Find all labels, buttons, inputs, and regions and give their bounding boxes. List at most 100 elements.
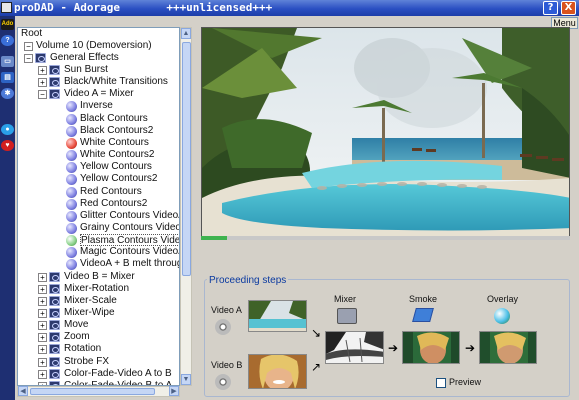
preview-viewer[interactable]	[201, 27, 570, 240]
folder-icon	[49, 320, 60, 330]
expand-toggle[interactable]: +	[38, 297, 47, 306]
expand-toggle[interactable]: +	[38, 333, 47, 342]
scroll-right-button[interactable]: ▶	[169, 386, 179, 396]
tree-effect-yellow-contours[interactable]: Yellow Contours	[80, 161, 152, 173]
tree-effect-red-contours[interactable]: Red Contours	[80, 186, 142, 198]
tree-effect-black-contours[interactable]: Black Contours	[80, 113, 148, 125]
scroll-thumb[interactable]	[182, 42, 191, 276]
tree-item-mixer-scale[interactable]: Mixer-Scale	[64, 295, 117, 307]
tree-item-strobe-fx[interactable]: Strobe FX	[64, 356, 109, 368]
expand-toggle[interactable]: +	[38, 66, 47, 75]
scroll-up-button[interactable]: ▲	[181, 28, 191, 39]
tree-effect-glitter-contours-videoa[interactable]: Glitter Contours VideoA	[80, 210, 179, 222]
playback-progress[interactable]	[201, 236, 570, 240]
help-button[interactable]: ?	[543, 1, 558, 15]
effects-tree[interactable]: Root − Volume 10 (Demoversion) − General…	[17, 27, 180, 386]
effect-icon	[66, 187, 77, 198]
tree-item-video-b-mixer[interactable]: Video B = Mixer	[64, 271, 135, 283]
tree-item-sun-burst[interactable]: Sun Burst	[64, 64, 108, 76]
title-bar: proDAD - Adorage +++unlicensed+++ ? X	[0, 0, 579, 16]
video-a-image	[249, 301, 306, 331]
video-b-thumbnail[interactable]	[248, 354, 307, 389]
film-reel-icon	[215, 319, 231, 335]
video-a-label: Video A	[211, 305, 242, 315]
video-a-thumbnail[interactable]	[248, 300, 307, 332]
puzzle-icon[interactable]: ▤	[1, 72, 14, 83]
tree-vertical-scrollbar[interactable]: ▲ ▼	[180, 27, 192, 386]
tree-general-effects[interactable]: General Effects	[50, 52, 119, 64]
folder-icon	[49, 65, 60, 75]
folder-icon	[49, 308, 60, 318]
arrow-icon: ➔	[465, 341, 476, 355]
smoke-icon	[412, 308, 434, 322]
mixer-thumbnail[interactable]	[325, 331, 384, 364]
preview-image	[202, 28, 569, 239]
arrow-icon: ➔	[388, 341, 399, 355]
tree-item-mixer-wipe[interactable]: Mixer-Wipe	[64, 307, 115, 319]
effect-icon	[66, 235, 77, 246]
folder-icon	[35, 53, 46, 63]
smoke-label: Smoke	[409, 294, 438, 304]
tree-effect-grainy-contours-videoa[interactable]: Grainy Contours VideoA	[80, 222, 179, 234]
folder-icon	[49, 296, 60, 306]
tree-effect-white-contours2[interactable]: White Contours2	[80, 149, 154, 161]
collapse-toggle[interactable]: −	[24, 54, 33, 63]
overlay-thumbnail[interactable]	[479, 331, 537, 364]
preview-label: Preview	[449, 377, 482, 387]
effect-icon	[66, 150, 77, 161]
heart-icon[interactable]: ♥	[1, 140, 14, 151]
smoke-thumbnail[interactable]	[402, 331, 460, 364]
scroll-thumb[interactable]	[30, 388, 155, 395]
effect-icon	[66, 126, 77, 137]
tree-effect-magic-contours-videoa[interactable]: Magic Contours VideoA	[80, 246, 179, 258]
tree-horizontal-scrollbar[interactable]: ◀ ▶	[17, 386, 180, 397]
film-icon[interactable]: ▭	[1, 56, 14, 67]
folder-icon	[49, 272, 60, 282]
expand-toggle[interactable]: +	[38, 309, 47, 318]
tree-item-video-a-mixer[interactable]: Video A = Mixer	[64, 88, 134, 100]
tree-item-mixer-rotation[interactable]: Mixer-Rotation	[64, 283, 129, 295]
tree-item-move[interactable]: Move	[64, 319, 88, 331]
tree-item-zoom[interactable]: Zoom	[64, 331, 90, 343]
tree-effect-white-contours[interactable]: White Contours	[80, 137, 149, 149]
expand-toggle[interactable]: −	[38, 90, 47, 99]
overlay-label: Overlay	[487, 294, 519, 304]
globe-icon[interactable]: ●	[1, 124, 14, 135]
folder-icon	[49, 344, 60, 354]
tree-item-color-fade-video-a-to-b[interactable]: Color-Fade-Video A to B	[64, 368, 172, 380]
expand-toggle[interactable]: +	[38, 345, 47, 354]
collapse-toggle[interactable]: −	[24, 42, 33, 51]
mixer-label: Mixer	[334, 294, 356, 304]
film-reel-icon	[215, 374, 231, 390]
tree-effect-videoa-b-melt-through-wh[interactable]: VideoA + B melt through wh	[80, 258, 179, 270]
smoke-image	[403, 332, 459, 363]
help-icon[interactable]: ?	[1, 35, 14, 46]
effect-icon	[66, 162, 77, 173]
tree-item-rotation[interactable]: Rotation	[64, 343, 101, 355]
app-logo-icon[interactable]: Ado	[1, 19, 14, 30]
scroll-down-button[interactable]: ▼	[181, 374, 191, 385]
effect-icon	[66, 199, 77, 210]
tree-effect-yellow-contours2[interactable]: Yellow Contours2	[80, 173, 157, 185]
expand-toggle[interactable]: +	[38, 321, 47, 330]
settings-icon[interactable]: ✱	[1, 88, 14, 99]
expand-toggle[interactable]: +	[38, 358, 47, 367]
expand-toggle[interactable]: +	[38, 370, 47, 379]
close-button[interactable]: X	[561, 1, 576, 15]
expand-toggle[interactable]: +	[38, 285, 47, 294]
preview-checkbox[interactable]	[436, 378, 446, 388]
expand-toggle[interactable]: +	[38, 273, 47, 282]
tree-volume[interactable]: Volume 10 (Demoversion)	[36, 40, 152, 52]
scroll-left-button[interactable]: ◀	[18, 386, 28, 396]
overlay-icon	[494, 308, 510, 324]
tree-effect-red-contours2[interactable]: Red Contours2	[80, 198, 147, 210]
folder-icon	[49, 284, 60, 294]
tree-effect-inverse[interactable]: Inverse	[80, 100, 113, 112]
mixer-image	[326, 332, 383, 363]
tree-effect-black-contours2[interactable]: Black Contours2	[80, 125, 153, 137]
expand-toggle[interactable]: +	[38, 78, 47, 87]
mixer-icon	[337, 308, 357, 324]
tree-root[interactable]: Root	[21, 28, 42, 40]
tree-effect-plasma-contours-videoa[interactable]: Plasma Contours VideoA	[80, 234, 179, 246]
tree-item-black-white-transitions[interactable]: Black/White Transitions	[64, 76, 168, 88]
